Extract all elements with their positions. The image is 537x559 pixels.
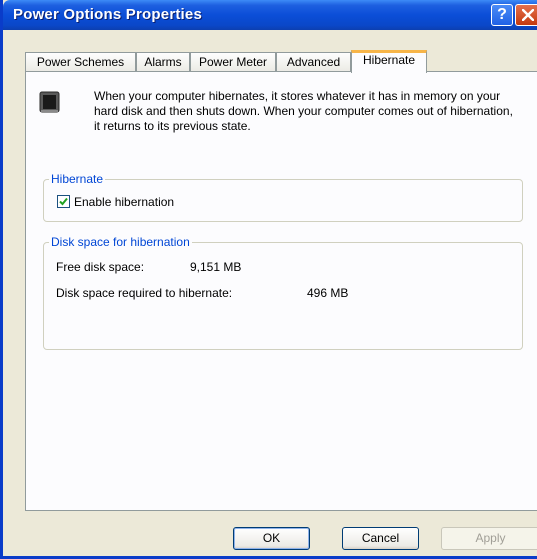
enable-hibernation-label[interactable]: Enable hibernation [74, 195, 174, 209]
help-icon: ? [497, 6, 507, 23]
close-button[interactable] [515, 4, 537, 26]
tab-advanced[interactable]: Advanced [276, 52, 351, 71]
disk-space-group-legend: Disk space for hibernation [49, 235, 192, 249]
tab-label: Alarms [144, 55, 182, 69]
window-title: Power Options Properties [13, 6, 203, 23]
required-disk-space-label: Disk space required to hibernate: [56, 286, 233, 300]
required-disk-space-value: 496 MB [307, 286, 349, 300]
tab-label: Hibernate [362, 53, 416, 67]
tab-label: Advanced [286, 55, 341, 69]
ok-button[interactable]: OK [233, 527, 310, 550]
free-disk-space-label: Free disk space: [56, 260, 145, 274]
tab-hibernate[interactable]: Hibernate [351, 50, 427, 73]
title-bar[interactable]: Power Options Properties ? [3, 0, 537, 30]
checkmark-icon [59, 197, 68, 206]
tab-label: Power Schemes [36, 55, 125, 69]
hibernate-group-legend: Hibernate [49, 172, 106, 186]
free-disk-space-value: 9,151 MB [190, 260, 242, 274]
tab-power-schemes[interactable]: Power Schemes [25, 52, 136, 71]
hibernate-description: When your computer hibernates, it stores… [94, 89, 513, 133]
enable-hibernation-checkbox[interactable] [57, 195, 70, 208]
power-options-window: Power Options Properties ? Power Schemes… [0, 0, 537, 559]
tab-label: Power Meter [198, 55, 268, 69]
hibernate-icon [39, 91, 60, 113]
apply-button[interactable]: Apply [441, 527, 537, 550]
help-button[interactable]: ? [491, 4, 513, 26]
tab-alarms[interactable]: Alarms [136, 52, 190, 71]
close-icon [522, 9, 534, 21]
cancel-button[interactable]: Cancel [342, 527, 419, 550]
tab-power-meter[interactable]: Power Meter [190, 52, 276, 71]
